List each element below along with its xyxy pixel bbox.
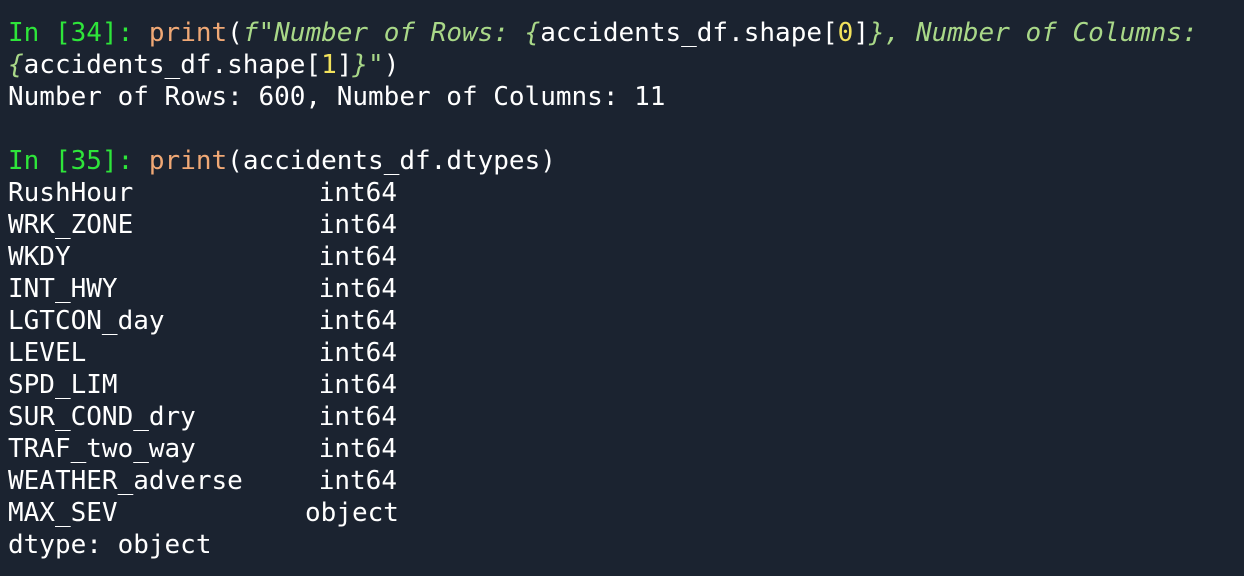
fstring-brace-close: } xyxy=(868,18,885,48)
fstring-brace-open: { xyxy=(8,50,24,80)
column-dtype: int64 xyxy=(318,274,397,304)
column-dtype: int64 xyxy=(318,242,397,272)
dtypes-output: RushHour int64 WRK_ZONE int64 WKDY int64 IN… xyxy=(8,177,1244,529)
dtype-row: MAX_SEV object xyxy=(8,497,1244,529)
fstring-suffix: " xyxy=(368,50,384,80)
column-dtype: int64 xyxy=(318,466,397,496)
fstring-text-rows: Number of Rows: xyxy=(274,18,525,48)
shape-index: 0 xyxy=(837,18,854,48)
terminal-output: In [34]: print(f"Number of Rows: {accide… xyxy=(0,0,1244,576)
dtype-row: RushHour int64 xyxy=(8,177,1244,209)
shape-expression-close: ] xyxy=(336,50,353,80)
close-paren: ) xyxy=(383,50,400,80)
column-dtype: object xyxy=(305,498,399,528)
column-dtype: int64 xyxy=(318,434,397,464)
print-function: print xyxy=(148,18,228,48)
column-name: SPD_LIM xyxy=(8,370,118,400)
column-name: WEATHER_adverse xyxy=(8,466,243,496)
print-arguments: (accidents_df.dtypes) xyxy=(227,146,556,176)
column-name: RushHour xyxy=(8,178,134,208)
column-dtype: int64 xyxy=(318,370,397,400)
shape-expression-close: ] xyxy=(853,18,869,48)
shape-expression: accidents_df.shape[ xyxy=(540,18,838,48)
column-name: TRAF_two_way xyxy=(8,434,196,464)
column-name: WKDY xyxy=(8,242,71,272)
dtype-footer: dtype: object xyxy=(8,530,212,560)
dtype-row: TRAF_two_way int64 xyxy=(8,433,1244,465)
shape-index: 1 xyxy=(321,50,337,80)
column-name: LGTCON_day xyxy=(8,306,165,336)
cell-34-output: Number of Rows: 600, Number of Columns: … xyxy=(8,82,666,112)
dtype-row: LEVEL int64 xyxy=(8,337,1244,369)
fstring-brace-open: { xyxy=(524,18,541,48)
column-dtype: int64 xyxy=(318,210,397,240)
input-prompt: In [35]: xyxy=(8,146,134,176)
column-name: MAX_SEV xyxy=(8,498,118,528)
dtype-row: LGTCON_day int64 xyxy=(8,305,1244,337)
column-name: LEVEL xyxy=(8,338,87,368)
dtype-row: WEATHER_adverse int64 xyxy=(8,465,1244,497)
cell-34-input-line-1[interactable]: In [34]: print(f"Number of Rows: {accide… xyxy=(8,17,1244,49)
open-paren: ( xyxy=(227,18,243,48)
input-prompt: In [34]: xyxy=(8,18,134,48)
fstring-prefix: f" xyxy=(242,18,275,48)
dtype-row: WKDY int64 xyxy=(8,241,1244,273)
dtype-row: SPD_LIM int64 xyxy=(8,369,1244,401)
dtype-row: SUR_COND_dry int64 xyxy=(8,401,1244,433)
column-dtype: int64 xyxy=(318,178,397,208)
cell-35-input[interactable]: In [35]: print(accidents_df.dtypes) xyxy=(8,145,1244,177)
column-name: WRK_ZONE xyxy=(8,210,134,240)
column-dtype: int64 xyxy=(318,306,397,336)
column-dtype: int64 xyxy=(318,338,397,368)
column-name: SUR_COND_dry xyxy=(8,402,196,432)
shape-expression: accidents_df.shape[ xyxy=(23,50,322,80)
column-name: INT_HWY xyxy=(8,274,118,304)
print-function: print xyxy=(148,146,228,176)
fstring-brace-close: } xyxy=(352,50,369,80)
dtype-row: WRK_ZONE int64 xyxy=(8,209,1244,241)
column-dtype: int64 xyxy=(318,402,397,432)
dtype-row: INT_HWY int64 xyxy=(8,273,1244,305)
fstring-text-columns: , Number of Columns: xyxy=(884,18,1198,48)
cell-34-input-line-2[interactable]: {accidents_df.shape[1]}") xyxy=(8,49,1244,81)
